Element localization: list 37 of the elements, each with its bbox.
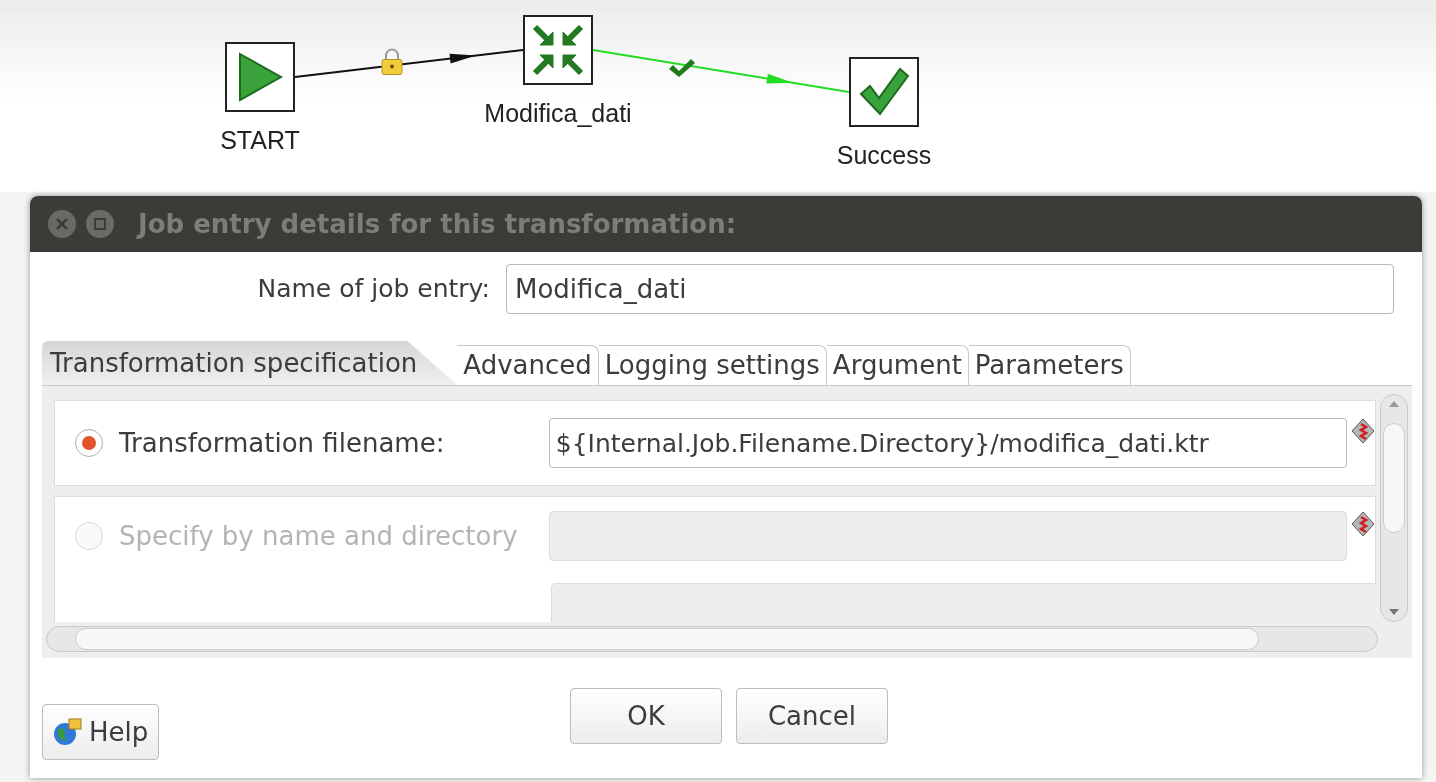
- vertical-scrollbar[interactable]: [1380, 394, 1408, 622]
- scroll-down-icon[interactable]: [1389, 609, 1399, 615]
- ok-button[interactable]: OK: [570, 688, 722, 744]
- maximize-icon[interactable]: [86, 210, 114, 238]
- option-label: Specify by name and directory: [119, 519, 518, 553]
- radio-button[interactable]: [75, 429, 103, 457]
- arrowhead-icon: [766, 73, 793, 84]
- job-node[interactable]: [523, 15, 593, 85]
- arrowhead-icon: [449, 53, 476, 64]
- globe-icon: [53, 717, 83, 747]
- scroll-up-icon[interactable]: [1389, 401, 1399, 407]
- cancel-button[interactable]: Cancel: [736, 688, 888, 744]
- variable-diamond-icon: [1351, 511, 1375, 537]
- checkmark-icon: [858, 66, 910, 118]
- check-icon: [669, 59, 695, 77]
- window-title: Job entry details for this transformation:: [138, 207, 737, 241]
- close-icon[interactable]: [48, 210, 76, 238]
- option-label: Transformation filename:: [119, 426, 445, 460]
- arrows-inward-icon: [531, 23, 585, 77]
- variable-diamond-icon: [1351, 418, 1375, 444]
- field-label: Name of job entry:: [256, 273, 491, 306]
- lock-icon: [381, 48, 403, 75]
- tab[interactable]: Transformation specification: [42, 341, 458, 385]
- tab[interactable]: Logging settings: [598, 345, 827, 385]
- filename-field[interactable]: ${Internal.Job.Filename.Directory}/modifica_dati.ktr: [548, 418, 1347, 468]
- tab[interactable]: Parameters: [968, 345, 1131, 385]
- help-button[interactable]: Help: [42, 704, 160, 760]
- tab[interactable]: Argument: [826, 345, 969, 385]
- job-node[interactable]: [225, 42, 295, 112]
- horizontal-scrollbar[interactable]: [46, 626, 1378, 652]
- node-label: Success: [836, 140, 932, 171]
- tab[interactable]: Advanced: [457, 345, 599, 385]
- play-icon: [236, 51, 284, 103]
- node-label: Modifica_dati: [484, 98, 632, 129]
- node-label: START: [220, 125, 300, 156]
- job-entry-name-field[interactable]: Modifica_dati: [506, 264, 1394, 314]
- job-node[interactable]: [849, 57, 919, 127]
